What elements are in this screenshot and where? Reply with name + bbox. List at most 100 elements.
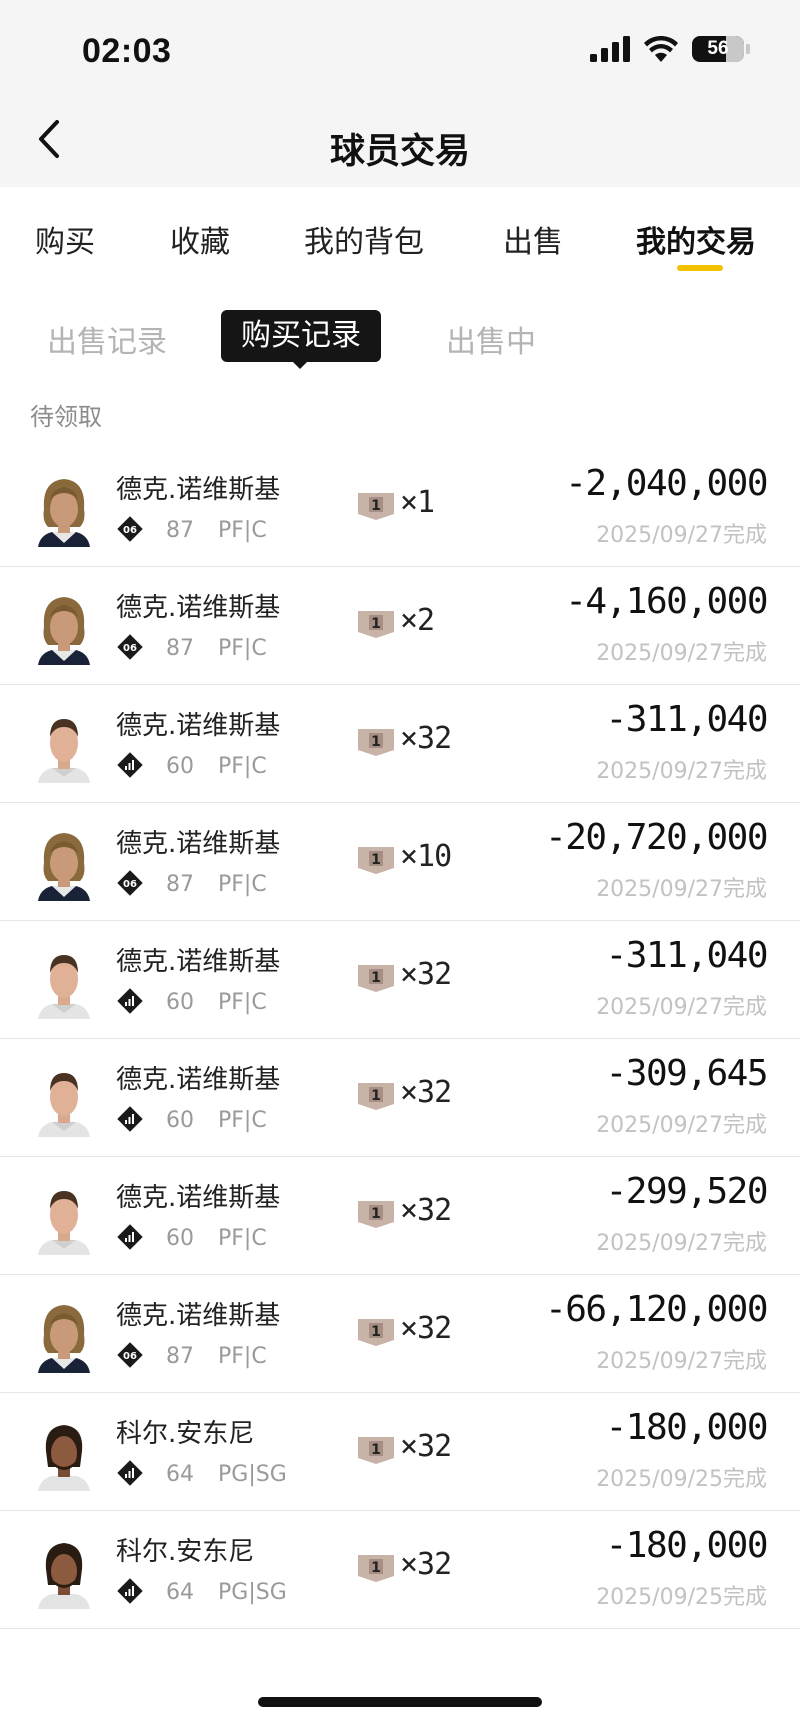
player-name: 科尔.安东尼 xyxy=(116,1537,255,1567)
bars-icon xyxy=(116,1459,144,1487)
player-avatar xyxy=(30,705,98,783)
price: -309,645 xyxy=(605,1053,769,1094)
list-item[interactable]: 德克.诺维斯基 87 PF|C ×2 -4,160,000 2025/09/27… xyxy=(0,567,800,685)
tab-favorites[interactable]: 收藏 xyxy=(170,217,230,261)
player-rating: 60 xyxy=(166,1108,194,1133)
player-rating: 60 xyxy=(166,1226,194,1251)
player-position: PF|C xyxy=(218,1226,267,1251)
player-name: 德克.诺维斯基 xyxy=(116,947,281,977)
player-avatar xyxy=(30,823,98,901)
player-rating: 87 xyxy=(166,872,194,897)
completion-date: 2025/09/27完成 xyxy=(596,1231,767,1256)
status-bar: 02:03 56 xyxy=(0,0,800,95)
price: -299,520 xyxy=(605,1171,769,1212)
list-item[interactable]: 德克.诺维斯基 60 PF|C ×32 -299,520 2025/09/27完… xyxy=(0,1157,800,1275)
quantity: ×2 xyxy=(400,603,435,638)
player-position: PG|SG xyxy=(218,1462,287,1487)
player-position: PF|C xyxy=(218,1108,267,1133)
quantity: ×32 xyxy=(400,957,452,992)
card-tier-icon xyxy=(357,1199,395,1229)
bars-icon xyxy=(116,1223,144,1251)
player-avatar xyxy=(30,941,98,1019)
price: -180,000 xyxy=(605,1525,769,1566)
completion-date: 2025/09/27完成 xyxy=(596,759,767,784)
completion-date: 2025/09/27完成 xyxy=(596,641,767,666)
price: -2,040,000 xyxy=(565,463,768,504)
quantity: ×32 xyxy=(400,1547,452,1582)
completion-date: 2025/09/27完成 xyxy=(596,1113,767,1138)
quantity: ×32 xyxy=(400,1311,452,1346)
player-position: PF|C xyxy=(218,518,267,543)
player-avatar xyxy=(30,1413,98,1491)
player-position: PF|C xyxy=(218,990,267,1015)
price: -311,040 xyxy=(605,699,769,740)
price: -311,040 xyxy=(605,935,769,976)
player-avatar xyxy=(30,469,98,547)
card-version-badge-icon xyxy=(116,515,144,543)
player-rating: 64 xyxy=(166,1462,194,1487)
completion-date: 2025/09/27完成 xyxy=(596,877,767,902)
player-rating: 87 xyxy=(166,518,194,543)
top-tabs: 购买 收藏 我的背包 出售 我的交易 xyxy=(0,187,800,287)
player-position: PF|C xyxy=(218,1344,267,1369)
card-tier-icon xyxy=(357,1435,395,1465)
list-item[interactable]: 德克.诺维斯基 60 PF|C ×32 -309,645 2025/09/27完… xyxy=(0,1039,800,1157)
player-name: 德克.诺维斯基 xyxy=(116,1183,281,1213)
player-position: PG|SG xyxy=(218,1580,287,1605)
subtab-on-sale[interactable]: 出售中 xyxy=(446,317,536,361)
player-avatar xyxy=(30,1531,98,1609)
player-rating: 87 xyxy=(166,1344,194,1369)
quantity: ×32 xyxy=(400,1193,452,1228)
list-item[interactable]: 德克.诺维斯基 87 PF|C ×1 -2,040,000 2025/09/27… xyxy=(0,449,800,567)
completion-date: 2025/09/27完成 xyxy=(596,1349,767,1374)
player-avatar xyxy=(30,1059,98,1137)
quantity: ×32 xyxy=(400,721,452,756)
page-title: 球员交易 xyxy=(329,132,470,172)
card-tier-icon xyxy=(357,609,395,639)
player-rating: 60 xyxy=(166,754,194,779)
subtab-purchase-records[interactable]: 购买记录 xyxy=(221,310,381,362)
card-version-badge-icon xyxy=(116,633,144,661)
tab-my-backpack[interactable]: 我的背包 xyxy=(304,217,424,261)
wifi-icon xyxy=(644,36,678,62)
list-item[interactable]: 德克.诺维斯基 60 PF|C ×32 -311,040 2025/09/27完… xyxy=(0,921,800,1039)
tab-my-trades[interactable]: 我的交易 xyxy=(636,217,756,261)
bars-icon xyxy=(116,751,144,779)
price: -4,160,000 xyxy=(565,581,768,622)
status-icons: 56 xyxy=(590,36,750,62)
tab-buy[interactable]: 购买 xyxy=(35,217,95,261)
completion-date: 2025/09/25完成 xyxy=(596,1585,767,1610)
card-tier-icon xyxy=(357,491,395,521)
list-item[interactable]: 德克.诺维斯基 60 PF|C ×32 -311,040 2025/09/27完… xyxy=(0,685,800,803)
player-rating: 60 xyxy=(166,990,194,1015)
completion-date: 2025/09/27完成 xyxy=(596,995,767,1020)
card-version-badge-icon xyxy=(116,1341,144,1369)
battery-level: 56 xyxy=(707,38,729,59)
player-avatar xyxy=(30,587,98,665)
player-name: 德克.诺维斯基 xyxy=(116,475,281,505)
player-name: 德克.诺维斯基 xyxy=(116,593,281,623)
battery-icon: 56 xyxy=(692,36,744,62)
subtab-pointer xyxy=(292,361,308,369)
player-name: 德克.诺维斯基 xyxy=(116,1301,281,1331)
list-item[interactable]: 科尔.安东尼 64 PG|SG ×32 -180,000 2025/09/25完… xyxy=(0,1511,800,1629)
quantity: ×32 xyxy=(400,1429,452,1464)
list-item[interactable]: 德克.诺维斯基 87 PF|C ×32 -66,120,000 2025/09/… xyxy=(0,1275,800,1393)
price: -66,120,000 xyxy=(545,1289,768,1330)
quantity: ×1 xyxy=(400,485,435,520)
player-name: 德克.诺维斯基 xyxy=(116,829,281,859)
player-name: 德克.诺维斯基 xyxy=(116,711,281,741)
sub-tabs: 出售记录 购买记录 出售中 xyxy=(0,305,800,369)
list-item[interactable]: 科尔.安东尼 64 PG|SG ×32 -180,000 2025/09/25完… xyxy=(0,1393,800,1511)
card-tier-icon xyxy=(357,845,395,875)
player-position: PF|C xyxy=(218,872,267,897)
price: -180,000 xyxy=(605,1407,769,1448)
bars-icon xyxy=(116,987,144,1015)
battery-nub xyxy=(746,44,750,54)
tab-sell[interactable]: 出售 xyxy=(503,217,563,261)
list-item[interactable]: 德克.诺维斯基 87 PF|C ×10 -20,720,000 2025/09/… xyxy=(0,803,800,921)
price: -20,720,000 xyxy=(545,817,768,858)
quantity: ×10 xyxy=(400,839,452,874)
subtab-sale-records[interactable]: 出售记录 xyxy=(47,317,167,361)
cellular-signal-icon xyxy=(590,36,630,62)
